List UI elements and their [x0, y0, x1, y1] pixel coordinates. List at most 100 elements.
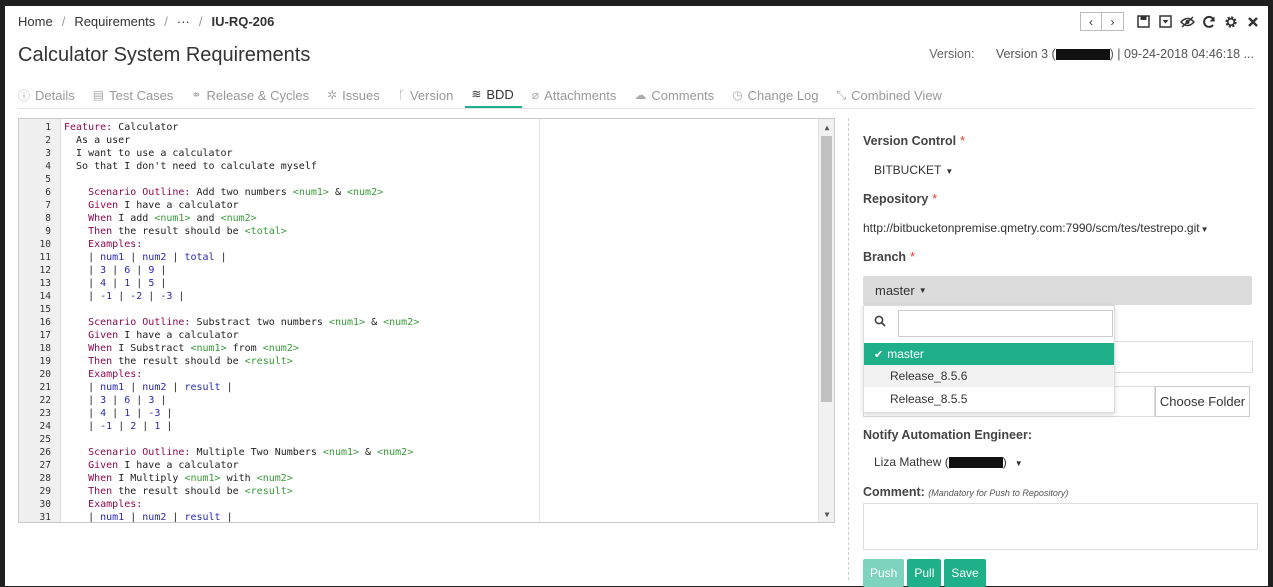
- tab-comments[interactable]: ☁ Comments: [634, 82, 722, 108]
- download-icon[interactable]: [1156, 13, 1174, 31]
- tab-bar: ⓘ Details ▤ Test Cases ⚭ Release & Cycle…: [18, 82, 960, 108]
- comment-hint: (Mandatory for Push to Repository): [928, 488, 1069, 498]
- push-button[interactable]: Push: [863, 559, 905, 587]
- branch-option-master[interactable]: ✔ master: [864, 343, 1114, 365]
- pull-button[interactable]: Pull: [907, 559, 942, 587]
- code-text: When I Substract <num1> from <num2>: [88, 343, 299, 354]
- notify-label: Notify Automation Engineer:: [863, 428, 1032, 442]
- code-line: 11 | num1 | num2 | total |: [19, 251, 834, 264]
- save-button[interactable]: Save: [944, 559, 986, 587]
- comment-textarea[interactable]: [863, 503, 1258, 550]
- line-number: 9: [45, 226, 51, 237]
- editor-scrollbar[interactable]: ▲ ▼: [818, 119, 834, 522]
- version-label: Version:: [929, 47, 975, 61]
- tab-issues[interactable]: ✲ Issues: [327, 82, 388, 108]
- tab-change-log[interactable]: ◷ Change Log: [732, 82, 826, 108]
- tab-label: Combined View: [851, 87, 942, 103]
- breadcrumb-home[interactable]: Home: [18, 14, 53, 29]
- code-text: | 4 | 1 | -3 |: [64, 408, 173, 419]
- code-line: 3 I want to use a calculator: [19, 147, 834, 160]
- select-value: Liza Mathew (: [874, 455, 949, 469]
- close-icon[interactable]: [1244, 13, 1262, 31]
- tab-label: Issues: [342, 87, 380, 103]
- tab-combined-view[interactable]: ⤡ Combined View: [837, 82, 950, 108]
- code-text: Then the result should be <result>: [88, 486, 293, 497]
- document-icon: ▤: [92, 88, 105, 102]
- paperclip-icon: ⌀: [531, 88, 540, 102]
- caret-down-icon: ▼: [1200, 225, 1209, 234]
- code-text: When I add <num1> and <num2>: [88, 213, 257, 224]
- tab-attachments[interactable]: ⌀ Attachments: [532, 82, 625, 108]
- line-number: 18: [39, 343, 51, 354]
- branch-option-release-855[interactable]: Release_8.5.5: [864, 388, 1114, 410]
- repository-select[interactable]: http://bitbucketonpremise.qmetry.com:799…: [863, 221, 1209, 235]
- notify-engineer-select[interactable]: Liza Mathew () ▼: [874, 455, 1023, 469]
- choose-folder-button[interactable]: Choose Folder: [1155, 386, 1250, 417]
- code-text: | -1 | 2 | 1 |: [64, 421, 173, 432]
- option-label: master: [887, 347, 924, 361]
- tab-bdd[interactable]: ≋ BDD: [465, 82, 522, 108]
- required-mark: *: [910, 250, 915, 264]
- branch-search-input[interactable]: [898, 310, 1113, 337]
- code-line: 30 Examples:: [19, 498, 834, 511]
- code-line: 12 | 3 | 6 | 9 |: [19, 264, 834, 277]
- version-control-select[interactable]: BITBUCKET ▼: [874, 163, 953, 177]
- refresh-icon[interactable]: [1200, 13, 1218, 31]
- option-label: Release_8.5.6: [890, 369, 968, 383]
- tab-label: Attachments: [544, 87, 617, 103]
- bdd-code-editor[interactable]: 1 Feature: Calculator 2 As a user 3 I want …: [18, 118, 835, 523]
- code-text: I want to use a calculator: [64, 148, 233, 159]
- previous-record-button[interactable]: ‹: [1080, 12, 1102, 31]
- gear-icon[interactable]: [1222, 13, 1240, 31]
- comments-icon: ☁: [634, 88, 647, 102]
- line-number: 1: [45, 122, 51, 133]
- code-line: 31 | num1 | num2 | result |: [19, 511, 834, 523]
- line-number: 11: [39, 252, 51, 263]
- line-number: 24: [39, 421, 51, 432]
- code-text: Then the result should be <result>: [88, 356, 293, 367]
- code-line: 22 | 3 | 6 | 3 |: [19, 394, 834, 407]
- label-text: Repository: [863, 192, 929, 206]
- breadcrumb-current: IU-RQ-206: [211, 14, 275, 29]
- code-line: 8 When I add <num1> and <num2>: [19, 212, 834, 225]
- line-number: 2: [45, 135, 51, 146]
- tab-test-cases[interactable]: ▤ Test Cases: [93, 82, 182, 108]
- line-number: 5: [45, 174, 51, 185]
- line-number: 21: [39, 382, 51, 393]
- code-line: 14 | -1 | -2 | -3 |: [19, 290, 834, 303]
- tab-details[interactable]: ⓘ Details: [18, 82, 83, 108]
- label-text: Branch: [863, 250, 907, 264]
- version-date: ) | 09-24-2018 04:46:18 ...: [1109, 47, 1254, 61]
- code-text: When I Multiply <num1> with <num2>: [88, 473, 293, 484]
- branch-dropdown-button[interactable]: master ▼: [863, 276, 1252, 305]
- code-text: Feature: Calculator: [64, 122, 179, 133]
- panel-divider: [848, 118, 849, 580]
- tab-version[interactable]: ᚴ Version: [398, 82, 462, 108]
- scroll-down-icon[interactable]: ▼: [819, 506, 834, 522]
- code-line: 6 Scenario Outline: Add two numbers <num…: [19, 186, 834, 199]
- line-number: 16: [39, 317, 51, 328]
- comment-label: Comment: (Mandatory for Push to Reposito…: [863, 485, 1068, 499]
- branch-option-release-856[interactable]: Release_8.5.6: [864, 365, 1114, 387]
- breadcrumb-separator: /: [61, 14, 66, 29]
- code-line: 28 When I Multiply <num1> with <num2>: [19, 472, 834, 485]
- code-text: | 4 | 1 | 5 |: [64, 278, 167, 289]
- code-text: | num1 | num2 | result |: [64, 512, 233, 523]
- breadcrumb: Home / Requirements / ··· / IU-RQ-206: [18, 14, 274, 29]
- save-icon[interactable]: [1134, 13, 1152, 31]
- line-number: 22: [39, 395, 51, 406]
- breadcrumb-requirements[interactable]: Requirements: [74, 14, 155, 29]
- repository-label: Repository *: [863, 192, 937, 206]
- database-icon: ≋: [471, 87, 482, 101]
- breadcrumb-ellipsis[interactable]: ···: [177, 14, 190, 29]
- code-line: 29 Then the result should be <result>: [19, 485, 834, 498]
- scroll-up-icon[interactable]: ▲: [819, 119, 834, 135]
- tab-release-cycles[interactable]: ⚭ Release & Cycles: [191, 82, 317, 108]
- scrollbar-thumb[interactable]: [821, 136, 832, 402]
- next-record-button[interactable]: ›: [1102, 12, 1124, 31]
- code-line: 24 | -1 | 2 | 1 |: [19, 420, 834, 433]
- code-text: So that I don't need to calculate myself: [64, 161, 317, 172]
- hide-icon[interactable]: [1178, 13, 1196, 31]
- code-line: 20 Examples:: [19, 368, 834, 381]
- line-number: 17: [39, 330, 51, 341]
